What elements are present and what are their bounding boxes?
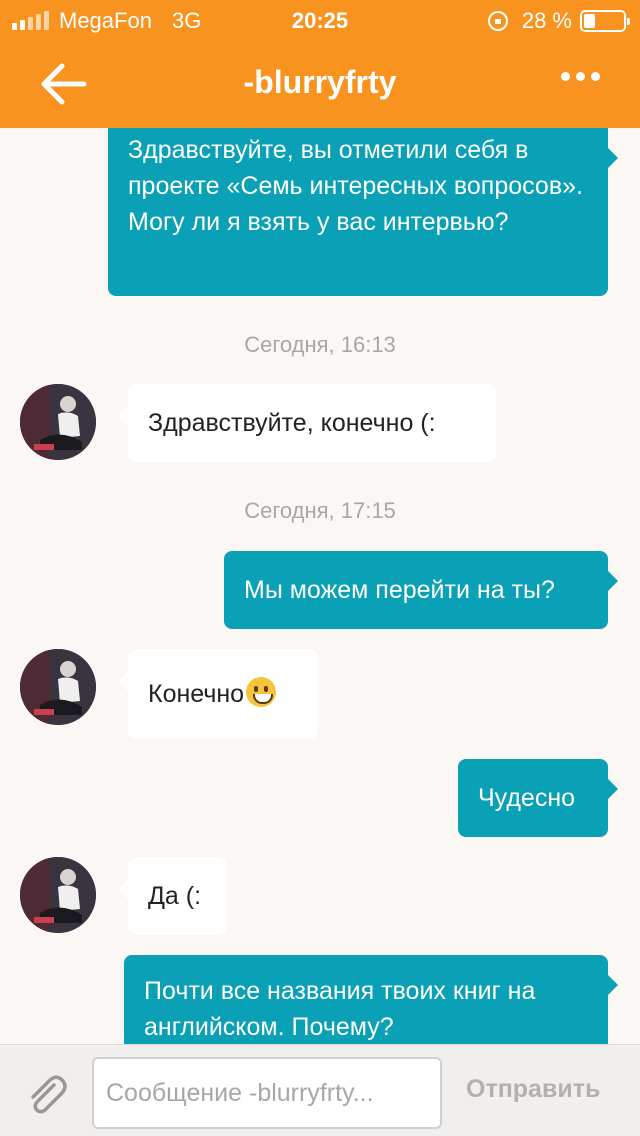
message-text: Чудесно <box>478 784 576 812</box>
date-separator: Сегодня, 16:13 <box>244 332 396 357</box>
avatar[interactable] <box>20 384 96 460</box>
message-text: Да (: <box>148 882 202 910</box>
chat-title: -blurryfrty <box>243 64 397 100</box>
message-incoming[interactable]: Конечно <box>118 649 318 739</box>
message-outgoing[interactable]: Здравствуйте, вы отметили себя в проекте… <box>108 128 618 296</box>
top-bar: MegaFon 3G 20:25 28 % -blurryfrty <box>0 0 640 128</box>
message-composer: Отправить <box>0 1044 640 1136</box>
message-outgoing[interactable]: Чудесно <box>458 759 618 837</box>
avatar[interactable] <box>20 649 96 725</box>
grinning-face-icon <box>246 677 277 707</box>
battery-percentage: 28 % <box>521 8 572 33</box>
message-outgoing[interactable]: Мы можем перейти на ты? <box>224 551 618 629</box>
message-text: Здравствуйте, конечно (: <box>148 409 436 437</box>
message-text: Почти все названия твоих книг на английс… <box>144 977 536 1041</box>
message-list[interactable]: Здравствуйте, вы отметили себя в проекте… <box>0 128 640 1044</box>
more-horizontal-icon[interactable] <box>561 72 600 81</box>
battery-icon <box>580 10 630 32</box>
paperclip-icon[interactable] <box>24 1071 68 1115</box>
nav-bar: -blurryfrty <box>0 40 640 128</box>
avatar[interactable] <box>20 857 96 933</box>
message-incoming[interactable]: Да (: <box>118 857 226 935</box>
status-bar: MegaFon 3G 20:25 28 % <box>0 0 640 40</box>
message-input[interactable] <box>92 1057 442 1129</box>
battery-level <box>584 14 595 28</box>
message-text: Мы можем перейти на ты? <box>244 576 555 604</box>
message-outgoing[interactable]: Почти все названия твоих книг на английс… <box>124 955 618 1044</box>
message-text: Конечно <box>148 680 245 708</box>
send-button[interactable]: Отправить <box>466 1075 600 1104</box>
orientation-lock-icon <box>487 11 508 31</box>
message-text: Здравствуйте, вы отметили себя в проекте… <box>128 136 583 236</box>
message-incoming[interactable]: Здравствуйте, конечно (: <box>118 384 496 462</box>
date-separator: Сегодня, 17:15 <box>244 498 396 523</box>
